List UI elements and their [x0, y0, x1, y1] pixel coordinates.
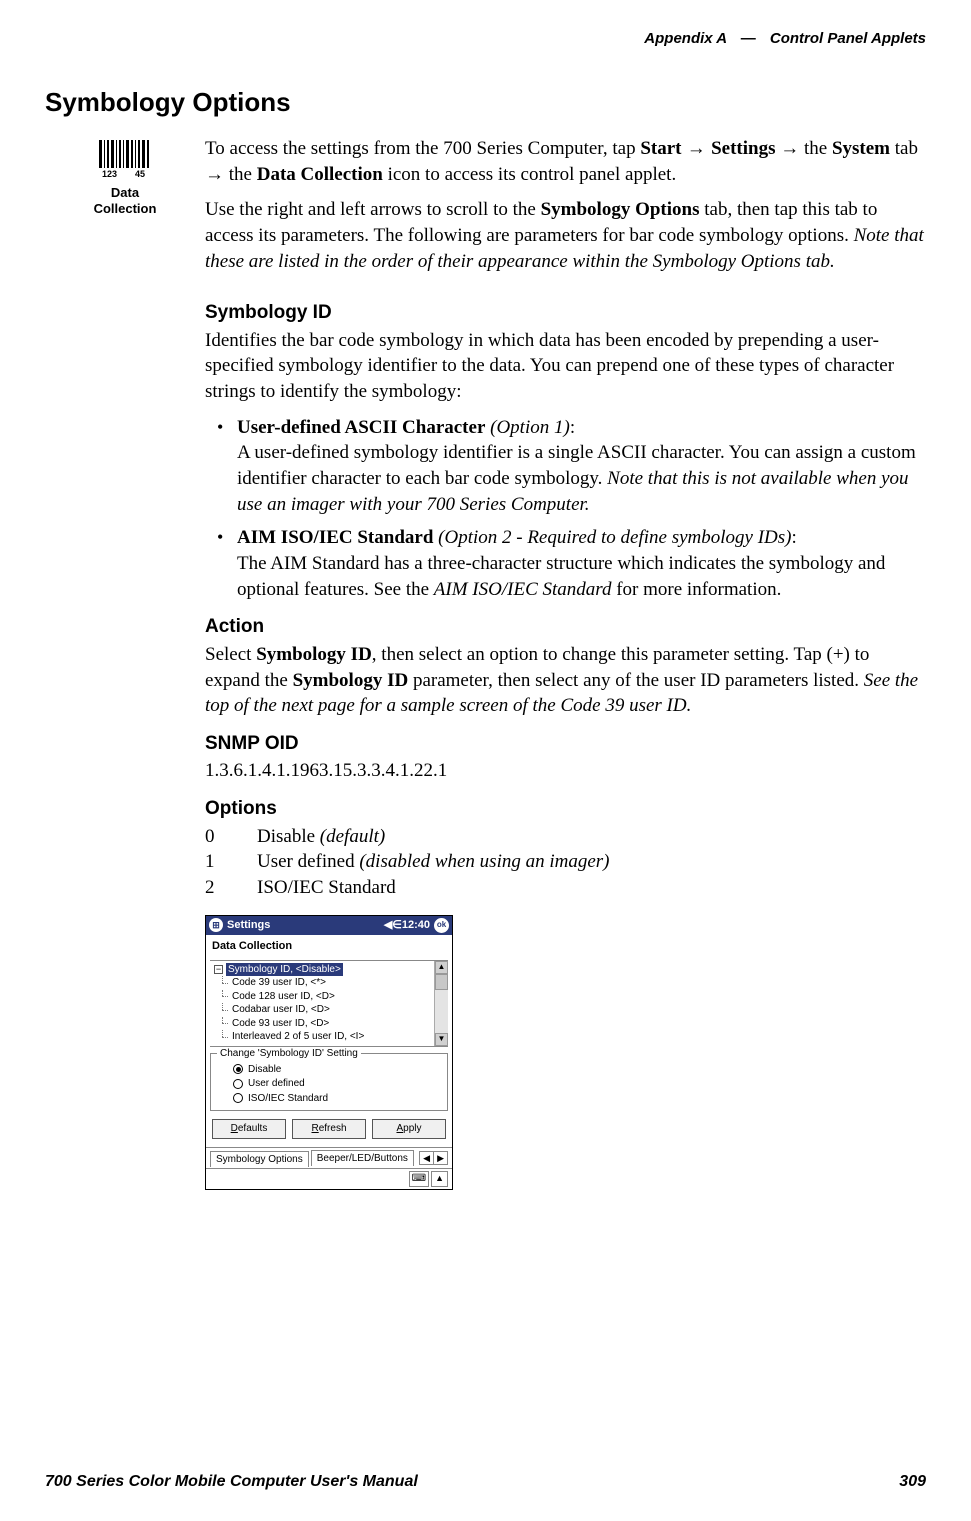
tree-child-2[interactable]: Codabar user ID, <D> — [214, 1003, 432, 1017]
heading-symbology-id: Symbology ID — [205, 300, 926, 326]
tree-area: − Symbology ID, <Disable> Code 39 user I… — [210, 960, 448, 1047]
apply-button[interactable]: Apply — [372, 1119, 446, 1139]
heading-options: Options — [205, 796, 926, 822]
options-table: 0 Disable (default) 1 User defined (disa… — [205, 824, 926, 901]
screenshot-mock: ⊞ Settings ◀∈ 12:40 ok Data Collection −… — [205, 915, 453, 1190]
radio-icon[interactable] — [233, 1064, 243, 1074]
mock-title: Settings — [227, 918, 270, 933]
keyboard-icon[interactable]: ⌨ — [409, 1171, 429, 1187]
heading-snmp-oid: SNMP OID — [205, 731, 926, 757]
section-title: Symbology Options — [45, 87, 926, 118]
tree-root-label[interactable]: Symbology ID, <Disable> — [226, 963, 343, 977]
tree-child-4[interactable]: Interleaved 2 of 5 user ID, <I> — [214, 1030, 432, 1044]
tree-child-3[interactable]: Code 93 user ID, <D> — [214, 1017, 432, 1031]
scroll-down-button[interactable]: ▼ — [435, 1033, 448, 1046]
scrollbar[interactable]: ▲ ▼ — [434, 961, 448, 1046]
bullet-user-defined: User-defined ASCII Character (Option 1):… — [223, 415, 926, 518]
radio-icon[interactable] — [233, 1079, 243, 1089]
footer-manual-title: 700 Series Color Mobile Computer User's … — [45, 1473, 418, 1491]
option-row-2: 2 ISO/IEC Standard — [205, 875, 926, 901]
scroll-thumb[interactable] — [435, 974, 448, 990]
mock-time: 12:40 — [402, 918, 430, 933]
tab-right-arrow-icon[interactable]: ▶ — [433, 1152, 447, 1164]
svg-text:45: 45 — [135, 169, 145, 178]
bullet-aim-standard: AIM ISO/IEC Standard (Option 2 - Require… — [223, 525, 926, 602]
snmp-oid-value: 1.3.6.1.4.1.1963.15.3.3.4.1.22.1 — [205, 758, 926, 784]
tab-row: Symbology Options Beeper/LED/Buttons ◀▶ — [206, 1147, 452, 1169]
tab-left-arrow-icon[interactable]: ◀ — [420, 1152, 433, 1164]
tree-root[interactable]: − Symbology ID, <Disable> — [214, 963, 432, 977]
icon-label: Data Collection — [45, 185, 205, 216]
radio-user-defined[interactable]: User defined — [233, 1077, 441, 1091]
up-arrow-icon[interactable]: ▲ — [431, 1171, 448, 1187]
header-title: Control Panel Applets — [770, 30, 926, 47]
radio-iso-iec[interactable]: ISO/IEC Standard — [233, 1092, 441, 1106]
collapse-icon[interactable]: − — [214, 965, 223, 974]
appendix-label: Appendix A — [644, 30, 726, 47]
icon-column: 123 45 Data Collection — [45, 136, 205, 216]
tree-view[interactable]: − Symbology ID, <Disable> Code 39 user I… — [210, 961, 434, 1046]
group-title: Change 'Symbology ID' Setting — [217, 1047, 361, 1061]
intro-para-2: Use the right and left arrows to scroll … — [205, 197, 926, 274]
option-row-0: 0 Disable (default) — [205, 824, 926, 850]
action-para: Select Symbology ID, then select an opti… — [205, 642, 926, 719]
header-dash: — — [741, 30, 756, 47]
radio-icon[interactable] — [233, 1093, 243, 1103]
windows-icon: ⊞ — [209, 918, 223, 932]
button-row: Defaults Refresh Apply — [206, 1115, 452, 1147]
option-row-1: 1 User defined (disabled when using an i… — [205, 849, 926, 875]
ok-button[interactable]: ok — [434, 918, 449, 933]
heading-action: Action — [205, 614, 926, 640]
scroll-up-button[interactable]: ▲ — [435, 961, 448, 974]
speaker-icon[interactable]: ◀∈ — [384, 918, 402, 933]
footer-page-number: 309 — [899, 1473, 926, 1491]
svg-text:123: 123 — [102, 169, 117, 178]
bullet-list: User-defined ASCII Character (Option 1):… — [205, 415, 926, 602]
mock-subtitle: Data Collection — [206, 935, 452, 960]
symbology-id-intro: Identifies the bar code symbology in whi… — [205, 328, 926, 405]
barcode-icon: 123 45 — [97, 138, 153, 178]
mock-titlebar: ⊞ Settings ◀∈ 12:40 ok — [206, 916, 452, 935]
refresh-button[interactable]: Refresh — [292, 1119, 366, 1139]
bottom-bar: ⌨ ▲ — [206, 1168, 452, 1189]
page-footer: 700 Series Color Mobile Computer User's … — [45, 1473, 926, 1491]
intro-para-1: To access the settings from the 700 Seri… — [205, 136, 926, 187]
tab-scroll-arrows[interactable]: ◀▶ — [419, 1151, 448, 1165]
tab-symbology-options[interactable]: Symbology Options — [210, 1151, 309, 1168]
page-header: Appendix A — Control Panel Applets — [45, 30, 926, 47]
change-setting-group: Change 'Symbology ID' Setting Disable Us… — [210, 1053, 448, 1112]
defaults-button[interactable]: Defaults — [212, 1119, 286, 1139]
radio-disable[interactable]: Disable — [233, 1063, 441, 1077]
tab-beeper-led[interactable]: Beeper/LED/Buttons — [311, 1150, 414, 1167]
tree-child-0[interactable]: Code 39 user ID, <*> — [214, 976, 432, 990]
tree-child-1[interactable]: Code 128 user ID, <D> — [214, 990, 432, 1004]
